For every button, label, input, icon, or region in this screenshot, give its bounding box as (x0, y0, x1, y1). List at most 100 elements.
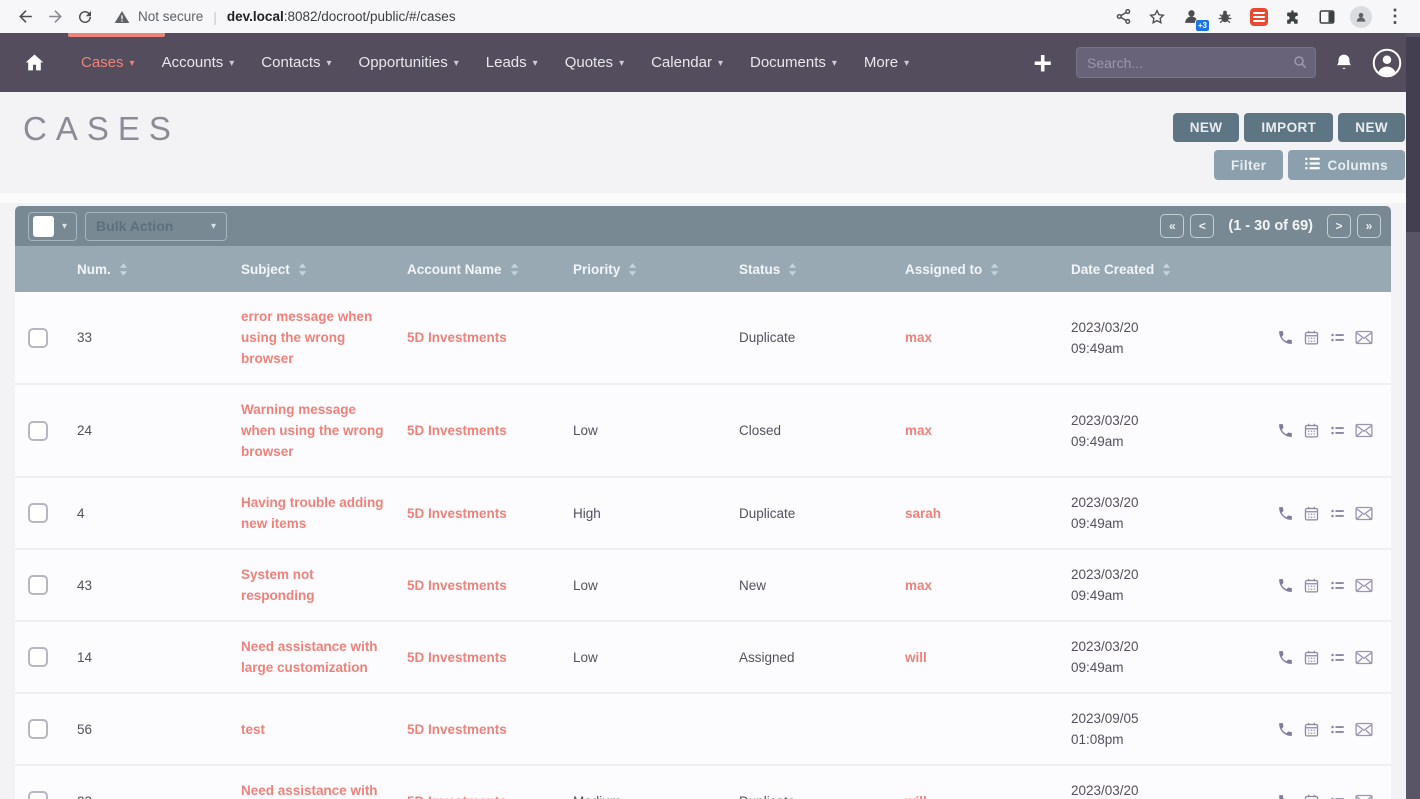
nav-item[interactable]: Calendar ▾ (651, 54, 723, 71)
sort-icon[interactable] (788, 263, 797, 276)
quick-create-plus-icon[interactable]: + (1033, 47, 1052, 79)
case-subject-link[interactable]: Need assistance with large customization (241, 636, 389, 678)
calendar-icon[interactable] (1303, 793, 1320, 799)
pagination-last-button[interactable]: » (1357, 214, 1381, 238)
row-checkbox[interactable] (28, 421, 48, 441)
row-checkbox[interactable] (28, 719, 48, 739)
case-subject-link[interactable]: System not responding (241, 564, 389, 606)
forward-icon[interactable] (40, 4, 70, 30)
account-name-link[interactable]: 5D Investments (407, 647, 507, 668)
column-header-priority[interactable]: Priority (573, 262, 739, 277)
account-name-link[interactable]: 5D Investments (407, 791, 507, 799)
case-subject-link[interactable]: error message when using the wrong brows… (241, 306, 389, 369)
bulk-action-dropdown[interactable]: Bulk Action ▾ (85, 212, 227, 241)
extensions-puzzle-icon[interactable] (1278, 4, 1308, 30)
account-name-link[interactable]: 5D Investments (407, 327, 507, 348)
phone-icon[interactable] (1277, 422, 1294, 439)
account-name-link[interactable]: 5D Investments (407, 719, 507, 740)
calendar-icon[interactable] (1303, 577, 1320, 594)
address-bar[interactable]: Not secure | dev.local:8082/docroot/publ… (112, 4, 1108, 30)
account-name-link[interactable]: 5D Investments (407, 575, 507, 596)
list-icon[interactable] (1329, 649, 1346, 666)
email-icon[interactable] (1355, 506, 1373, 521)
pagination-first-button[interactable]: « (1160, 214, 1184, 238)
case-subject-link[interactable]: Having trouble adding new items (241, 492, 389, 534)
browser-profiles-icon[interactable]: +3 (1176, 4, 1206, 30)
nav-item[interactable]: Quotes ▾ (565, 54, 624, 71)
select-all-dropdown[interactable]: ▾ (28, 212, 77, 241)
column-header-num[interactable]: Num. (77, 262, 241, 277)
user-avatar-icon[interactable] (1372, 48, 1402, 78)
assigned-user-link[interactable]: will (905, 791, 927, 799)
new-button[interactable]: NEW (1173, 113, 1240, 142)
red-extension-icon[interactable] (1244, 4, 1274, 30)
browser-menu-kebab-icon[interactable]: ⋮ (1380, 4, 1410, 30)
home-icon[interactable] (24, 52, 45, 73)
email-icon[interactable] (1355, 650, 1373, 665)
calendar-icon[interactable] (1303, 329, 1320, 346)
notifications-bell-icon[interactable] (1334, 52, 1354, 73)
share-icon[interactable] (1108, 4, 1138, 30)
nav-item[interactable]: Opportunities ▾ (359, 54, 459, 71)
nav-item[interactable]: Documents ▾ (750, 54, 837, 71)
sort-icon[interactable] (298, 263, 307, 276)
list-icon[interactable] (1329, 577, 1346, 594)
select-all-checkbox[interactable] (33, 216, 54, 237)
list-icon[interactable] (1329, 329, 1346, 346)
nav-item[interactable]: Contacts ▾ (261, 54, 331, 71)
search-icon[interactable] (1292, 54, 1308, 75)
calendar-icon[interactable] (1303, 649, 1320, 666)
page-scrollbar[interactable] (1406, 33, 1420, 799)
email-icon[interactable] (1355, 578, 1373, 593)
row-checkbox[interactable] (28, 503, 48, 523)
column-header-assigned[interactable]: Assigned to (905, 262, 1071, 277)
security-label[interactable]: Not secure (138, 9, 203, 24)
pagination-next-button[interactable]: > (1327, 214, 1351, 238)
email-icon[interactable] (1355, 423, 1373, 438)
phone-icon[interactable] (1277, 329, 1294, 346)
sort-icon[interactable] (628, 263, 637, 276)
case-subject-link[interactable]: Warning message when using the wrong bro… (241, 399, 389, 462)
row-checkbox[interactable] (28, 791, 48, 799)
phone-icon[interactable] (1277, 505, 1294, 522)
assigned-user-link[interactable]: will (905, 647, 927, 668)
sort-icon[interactable] (990, 263, 999, 276)
back-icon[interactable] (10, 4, 40, 30)
sort-icon[interactable] (119, 263, 128, 276)
phone-icon[interactable] (1277, 721, 1294, 738)
sort-icon[interactable] (1162, 263, 1171, 276)
bug-extension-icon[interactable] (1210, 4, 1240, 30)
browser-profile-avatar[interactable] (1346, 4, 1376, 30)
nav-item[interactable]: More ▾ (864, 54, 909, 71)
pagination-prev-button[interactable]: < (1190, 214, 1214, 238)
list-icon[interactable] (1329, 422, 1346, 439)
nav-item[interactable]: Cases ▾ (81, 54, 135, 71)
account-name-link[interactable]: 5D Investments (407, 503, 507, 524)
row-checkbox[interactable] (28, 647, 48, 667)
list-icon[interactable] (1329, 793, 1346, 799)
reload-icon[interactable] (70, 4, 100, 30)
bookmark-star-icon[interactable] (1142, 4, 1172, 30)
calendar-icon[interactable] (1303, 422, 1320, 439)
nav-item[interactable]: Leads ▾ (486, 54, 538, 71)
column-header-subject[interactable]: Subject (241, 262, 407, 277)
assigned-user-link[interactable]: max (905, 575, 932, 596)
scrollbar-thumb[interactable] (1406, 37, 1420, 232)
phone-icon[interactable] (1277, 577, 1294, 594)
list-icon[interactable] (1329, 721, 1346, 738)
case-subject-link[interactable]: Need assistance with large customization (241, 780, 389, 799)
list-icon[interactable] (1329, 505, 1346, 522)
case-subject-link[interactable]: test (241, 719, 265, 740)
import-button[interactable]: IMPORT (1244, 113, 1333, 142)
sort-icon[interactable] (510, 263, 519, 276)
row-checkbox[interactable] (28, 575, 48, 595)
column-header-account[interactable]: Account Name (407, 262, 573, 277)
filter-button[interactable]: Filter (1214, 150, 1283, 180)
email-icon[interactable] (1355, 330, 1373, 345)
phone-icon[interactable] (1277, 649, 1294, 666)
not-secure-warning-icon[interactable] (112, 4, 132, 30)
columns-button[interactable]: Columns (1288, 150, 1405, 180)
assigned-user-link[interactable]: max (905, 327, 932, 348)
nav-item[interactable]: Accounts ▾ (162, 54, 235, 71)
column-header-date-created[interactable]: Date Created (1071, 262, 1221, 277)
